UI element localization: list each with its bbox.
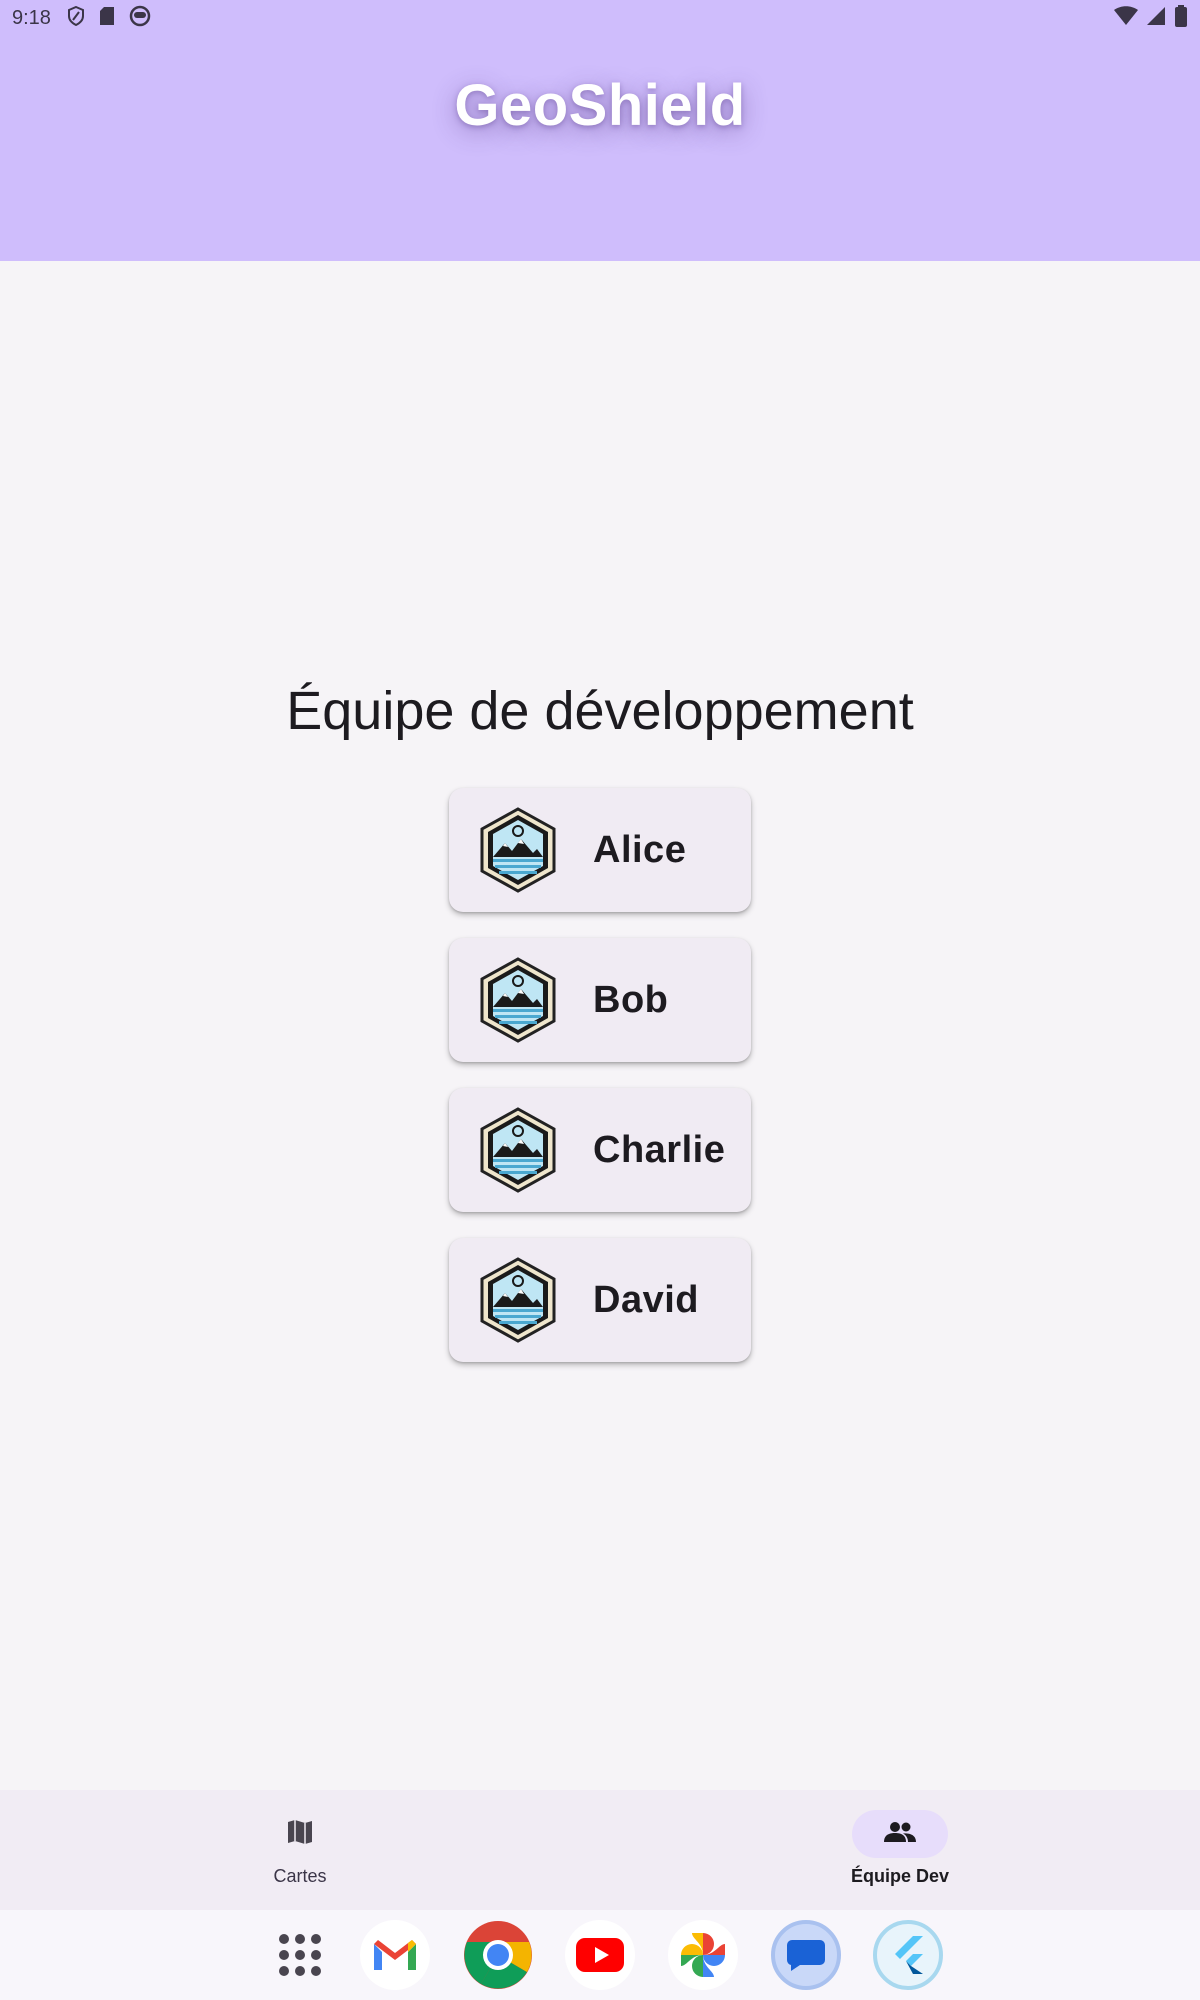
nav-item-cartes[interactable]: Cartes	[200, 1790, 400, 1910]
member-name: Alice	[593, 828, 687, 871]
sd-card-icon	[99, 6, 115, 31]
member-name: David	[593, 1278, 699, 1321]
nav-item-equipe-dev[interactable]: Équipe Dev	[800, 1790, 1000, 1910]
page-heading: Équipe de développement	[286, 681, 914, 741]
chrome-icon[interactable]	[463, 1920, 533, 1990]
app-title: GeoShield	[454, 73, 746, 138]
nav-pill	[252, 1810, 348, 1858]
member-card-charlie[interactable]: Charlie	[449, 1088, 751, 1212]
app-header: 9:18 GeoShield	[0, 0, 1200, 261]
member-name: Bob	[593, 978, 669, 1021]
flutter-icon[interactable]	[873, 1920, 943, 1990]
photos-icon[interactable]	[668, 1920, 738, 1990]
wifi-icon	[1114, 5, 1138, 31]
team-member-list: Alice Bob Charlie David	[449, 788, 751, 1388]
member-card-bob[interactable]: Bob	[449, 938, 751, 1062]
mountain-badge-icon	[479, 957, 557, 1043]
app-drawer-icon[interactable]	[265, 1920, 335, 1990]
mountain-badge-icon	[479, 807, 557, 893]
messages-icon[interactable]	[771, 1920, 841, 1990]
bottom-navigation: Cartes Équipe Dev	[0, 1790, 1200, 1910]
shield-status-icon	[67, 5, 85, 31]
member-card-alice[interactable]: Alice	[449, 788, 751, 912]
people-icon	[883, 1820, 917, 1849]
member-card-david[interactable]: David	[449, 1238, 751, 1362]
signal-icon	[1146, 6, 1166, 31]
launcher-dock	[0, 1910, 1200, 2000]
nav-label-cartes: Cartes	[273, 1866, 327, 1886]
mountain-badge-icon	[479, 1257, 557, 1343]
youtube-icon[interactable]	[565, 1920, 635, 1990]
mountain-badge-icon	[479, 1107, 557, 1193]
gmail-icon[interactable]	[360, 1920, 430, 1990]
face-status-icon	[129, 5, 151, 32]
member-name: Charlie	[593, 1128, 726, 1171]
map-icon	[285, 1817, 315, 1852]
status-time: 9:18	[12, 6, 51, 29]
status-bar: 9:18	[0, 0, 1200, 36]
nav-label-equipe-dev: Équipe Dev	[850, 1866, 950, 1886]
nav-pill-active	[852, 1810, 948, 1858]
battery-icon	[1174, 4, 1188, 32]
